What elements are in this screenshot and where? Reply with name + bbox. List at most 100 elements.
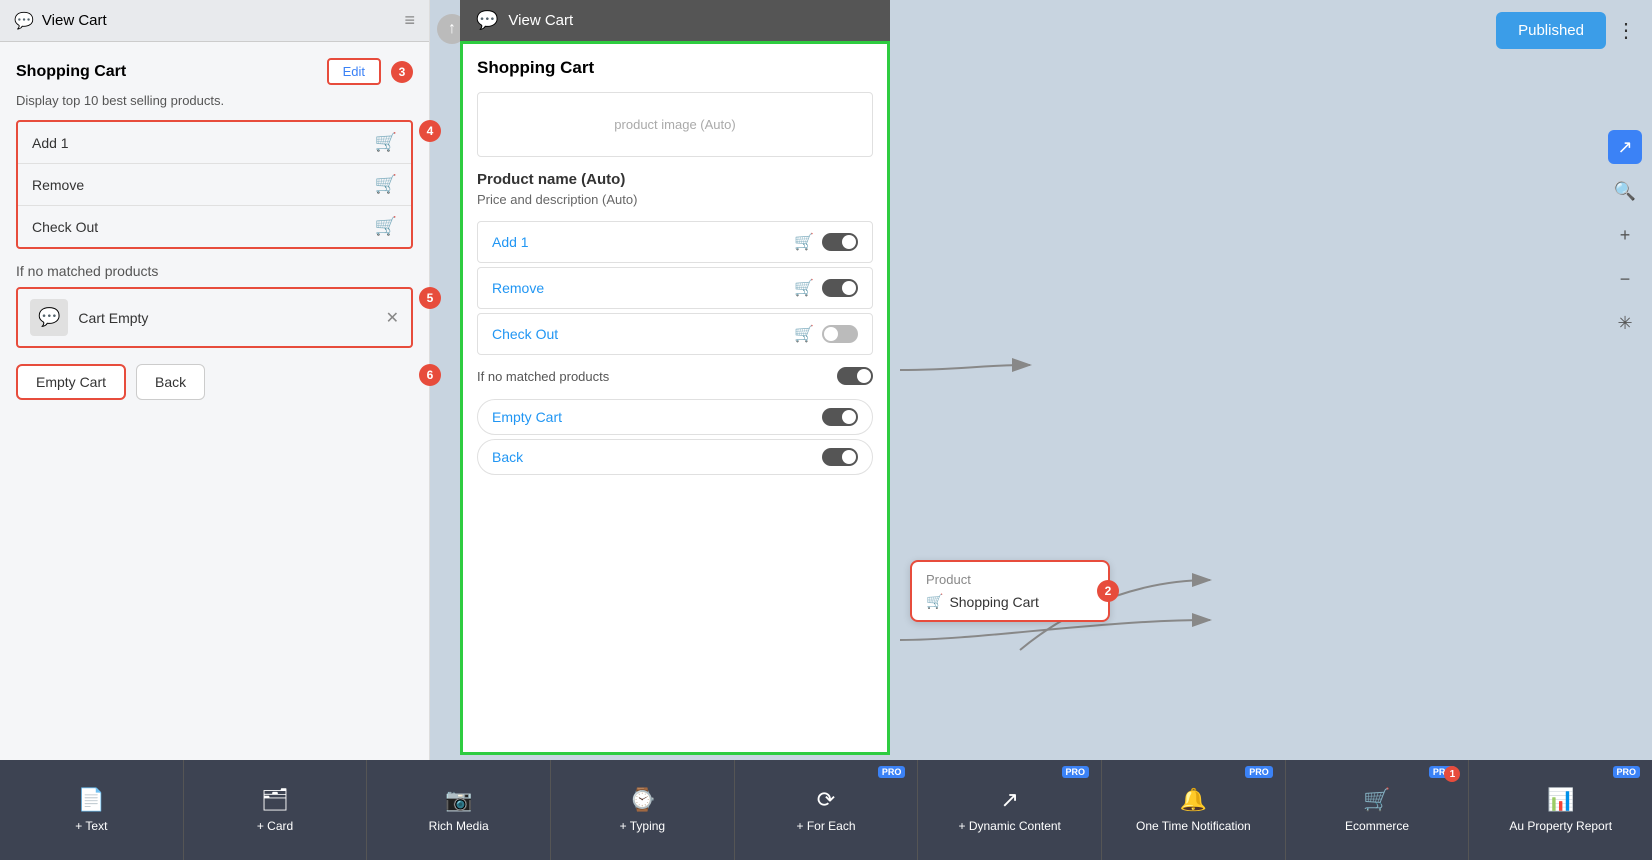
text-label: + Text	[75, 819, 107, 833]
add1-row[interactable]: Add 1 🛒	[18, 122, 411, 164]
preview-remove-row[interactable]: Remove 🛒	[477, 267, 873, 309]
preview-title: View Cart	[508, 12, 573, 29]
toolbar-for-each[interactable]: PRO ⟳ + For Each	[735, 760, 919, 860]
preview-empty-cart-label: Empty Cart	[492, 409, 562, 425]
preview-add1-icon: 🛒	[794, 232, 814, 252]
edit-button[interactable]: Edit	[327, 58, 381, 85]
cart-icon-green: 🛒	[375, 216, 397, 237]
preview-no-match-label: If no matched products	[477, 369, 609, 384]
preview-add1-row[interactable]: Add 1 🛒	[477, 221, 873, 263]
step-2-badge: 2	[1097, 580, 1119, 602]
cart-empty-text: Cart Empty	[78, 310, 375, 326]
for-each-icon: ⟳	[817, 787, 835, 813]
toolbar-rich-media[interactable]: 📷 Rich Media	[367, 760, 551, 860]
card-icon: 🗂	[261, 787, 289, 813]
empty-cart-button[interactable]: Empty Cart	[16, 364, 126, 400]
preview-checkout-right: 🛒	[794, 324, 858, 344]
canvas-area: Published ⋮ Th Conti ↗ 🔍 + − ✳ 🛒 View Ca…	[900, 0, 1652, 860]
share-icon[interactable]: ↗	[1608, 130, 1642, 164]
checkout-row[interactable]: Check Out 🛒	[18, 206, 411, 247]
cart-empty-row[interactable]: 💬 Cart Empty ✕	[16, 287, 413, 348]
dynamic-content-icon: ↗	[1000, 787, 1018, 813]
close-icon[interactable]: ✕	[386, 308, 399, 328]
toolbar-typing[interactable]: ⌚ + Typing	[551, 760, 735, 860]
section-header: Shopping Cart Edit 3	[16, 58, 413, 85]
preview-checkout-icon: 🛒	[794, 324, 814, 344]
zoom-out-icon[interactable]: −	[1608, 262, 1642, 296]
preview-product-name: Product name (Auto)	[477, 171, 873, 188]
published-button[interactable]: Published	[1496, 12, 1606, 49]
preview-back-toggle[interactable]	[822, 448, 858, 466]
product-node-shopping-cart: 🛒 Shopping Cart	[926, 593, 1094, 610]
preview-back-row[interactable]: Back	[477, 439, 873, 475]
preview-remove-toggle[interactable]	[822, 279, 858, 297]
search-icon[interactable]: 🔍	[1608, 174, 1642, 208]
notification-icon: 🔔	[1180, 787, 1207, 813]
preview-checkout-toggle[interactable]	[822, 325, 858, 343]
toolbar-card[interactable]: 🗂 + Card	[184, 760, 368, 860]
preview-price-desc: Price and description (Auto)	[477, 192, 873, 207]
toolbar-ecommerce[interactable]: PRO 1 🛒 Ecommerce	[1286, 760, 1470, 860]
preview-empty-cart-row[interactable]: Empty Cart	[477, 399, 873, 435]
ecommerce-label: Ecommerce	[1345, 819, 1409, 833]
cart-icon-red: 🛒	[375, 174, 397, 195]
add1-label: Add 1	[32, 135, 69, 151]
remove-row[interactable]: Remove 🛒	[18, 164, 411, 206]
chat-icon: 💬	[14, 11, 34, 31]
ecommerce-icon: 🛒	[1363, 787, 1390, 813]
section-title: Shopping Cart	[16, 63, 126, 81]
right-toolbar: ↗ 🔍 + − ✳	[1608, 130, 1642, 340]
menu-icon[interactable]: ≡	[404, 10, 415, 31]
target-icon[interactable]: ✳	[1608, 306, 1642, 340]
left-panel-header: 💬 View Cart ≡	[0, 0, 429, 42]
pro-badge-notification: PRO	[1245, 766, 1273, 778]
top-right-header: Published ⋮	[1480, 0, 1652, 61]
three-dots-menu[interactable]: ⋮	[1616, 18, 1636, 43]
buttons-section: Add 1 🛒 Remove 🛒 Check Out 🛒 4	[16, 120, 413, 249]
remove-label: Remove	[32, 177, 84, 193]
text-icon: 📄	[78, 787, 105, 813]
toolbar-property-report[interactable]: PRO 📊 Au Property Report	[1469, 760, 1652, 860]
preview-empty-cart-toggle[interactable]	[822, 408, 858, 426]
ecommerce-num-badge: 1	[1444, 766, 1460, 782]
notification-label: One Time Notification	[1136, 819, 1251, 833]
property-report-icon: 📊	[1547, 787, 1574, 813]
panel-body: Shopping Cart Edit 3 Display top 10 best…	[0, 42, 429, 416]
center-preview: 💬 View Cart Shopping Cart product image …	[460, 0, 890, 760]
preview-checkout-row[interactable]: Check Out 🛒	[477, 313, 873, 355]
preview-checkout-label: Check Out	[492, 326, 558, 342]
zoom-in-icon[interactable]: +	[1608, 218, 1642, 252]
action-buttons-box: Add 1 🛒 Remove 🛒 Check Out 🛒	[16, 120, 413, 249]
cart-icon-blue: 🛒	[375, 132, 397, 153]
left-panel-title: View Cart	[42, 12, 397, 29]
toolbar-dynamic-content[interactable]: PRO ↗ + Dynamic Content	[918, 760, 1102, 860]
card-label: + Card	[257, 819, 293, 833]
pro-badge-report: PRO	[1613, 766, 1641, 778]
preview-chat-icon: 💬	[476, 10, 498, 31]
preview-remove-icon: 🛒	[794, 278, 814, 298]
toolbar-text[interactable]: 📄 + Text	[0, 760, 184, 860]
bottom-toolbar: 📄 + Text 🗂 + Card 📷 Rich Media ⌚ + Typin…	[0, 760, 1652, 860]
step-5-badge: 5	[419, 287, 441, 309]
back-button[interactable]: Back	[136, 364, 205, 400]
dynamic-content-label: + Dynamic Content	[959, 819, 1061, 833]
bottom-buttons: Empty Cart Back	[16, 364, 413, 400]
typing-label: + Typing	[620, 819, 665, 833]
preview-image-placeholder: product image (Auto)	[477, 92, 873, 157]
toolbar-notification[interactable]: PRO 🔔 One Time Notification	[1102, 760, 1286, 860]
preview-add1-toggle[interactable]	[822, 233, 858, 251]
left-panel: 💬 View Cart ≡ Shopping Cart Edit 3 Displ…	[0, 0, 430, 760]
preview-header: 💬 View Cart	[460, 0, 890, 41]
preview-add1-right: 🛒	[794, 232, 858, 252]
preview-no-match-toggle[interactable]	[837, 367, 873, 385]
property-report-label: Au Property Report	[1509, 819, 1612, 833]
pro-badge-for-each: PRO	[878, 766, 906, 778]
product-node[interactable]: Product 🛒 Shopping Cart 2	[910, 560, 1110, 622]
preview-no-match: If no matched products	[477, 359, 873, 393]
connections-svg	[900, 0, 1652, 860]
rich-media-label: Rich Media	[429, 819, 489, 833]
for-each-label: + For Each	[797, 819, 856, 833]
cart-empty-section: 💬 Cart Empty ✕ 5	[16, 287, 413, 348]
cart-empty-icon: 💬	[30, 299, 68, 336]
step-6-badge: 6	[419, 364, 441, 386]
